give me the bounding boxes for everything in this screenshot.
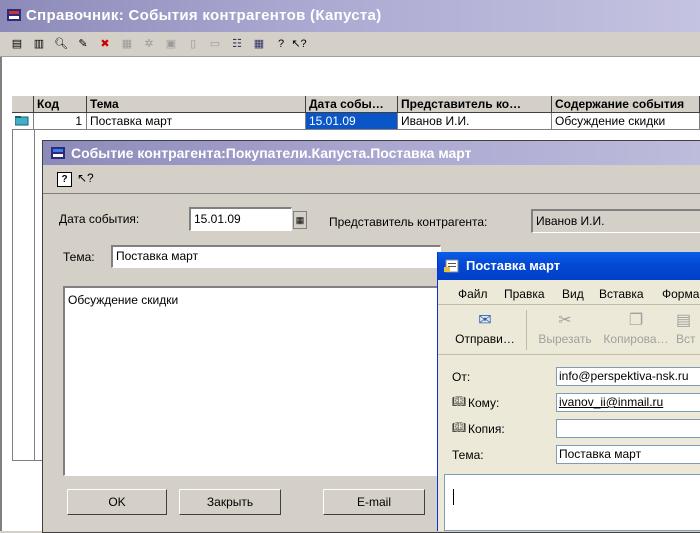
email-button[interactable]: E-mail xyxy=(323,489,425,515)
table-cell-content[interactable]: Обсуждение скидки xyxy=(552,113,700,130)
content-textarea[interactable]: Обсуждение скидки xyxy=(63,286,441,476)
rep-field[interactable]: Иванов И.И. xyxy=(531,209,700,233)
main-window-titlebar[interactable]: Справочник: События контрагентов (Капуст… xyxy=(0,0,700,32)
edit-icon[interactable]: ✎ xyxy=(74,35,92,53)
dialog-toolbar: ? ↖? xyxy=(43,165,700,194)
menu-format[interactable]: Форма xyxy=(662,287,699,301)
ok-button[interactable]: OK xyxy=(67,489,167,515)
menu-view[interactable]: Вид xyxy=(562,287,584,301)
main-window-title: Справочник: События контрагентов (Капуст… xyxy=(26,7,382,24)
whatsthis-icon[interactable]: ↖? xyxy=(77,171,94,185)
row-folder-icon xyxy=(12,113,34,130)
paste-icon: ▤ xyxy=(676,312,692,329)
properties-icon[interactable]: ▣ xyxy=(162,35,180,53)
topic-label: Тема: xyxy=(63,250,95,264)
dialog-app-icon xyxy=(51,147,65,159)
rep-label: Представитель контрагента: xyxy=(329,215,488,229)
column-header-date[interactable]: Дата собы… xyxy=(306,96,398,113)
doc-icon[interactable]: ▯ xyxy=(184,35,202,53)
send-icon: ✉ xyxy=(478,312,492,329)
dialog-titlebar[interactable]: Событие контрагента:Покупатели.Капуста.П… xyxy=(43,141,700,165)
table-header: Код Тема Дата собы… Представитель ко… Со… xyxy=(12,95,700,113)
filter-icon[interactable]: ▦ xyxy=(118,35,136,53)
paste-label: Вст xyxy=(676,332,696,346)
toolbar-separator xyxy=(526,310,527,350)
text-cursor xyxy=(453,489,454,505)
main-toolbar: ▤ ▥ 🔍︎ ✎ ✖ ▦ ✲ ▣ ▯ ▭ ☷ ▦ ? ↖? xyxy=(0,32,700,57)
close-button[interactable]: Закрыть xyxy=(179,489,281,515)
hierarchy-icon[interactable]: ▦ xyxy=(250,35,268,53)
address-book-icon[interactable]: 📖︎ xyxy=(452,421,466,434)
column-header-topic[interactable]: Тема xyxy=(87,96,306,113)
date-field[interactable]: 15.01.09 xyxy=(189,207,292,231)
calendar-icon[interactable]: ▦ xyxy=(293,211,307,229)
menu-insert[interactable]: Вставка xyxy=(599,287,644,301)
grid-line xyxy=(12,130,13,460)
mail-toolbar: ✉ Отправи… ✂ Вырезать ❐ Копирова… ▤ Вст xyxy=(438,304,700,355)
menu-edit[interactable]: Правка xyxy=(504,287,545,301)
message-icon xyxy=(444,259,459,273)
grid-line xyxy=(12,460,42,461)
whatsthis-icon[interactable]: ↖? xyxy=(290,35,308,53)
find-icon[interactable]: 🔍︎ xyxy=(52,35,70,53)
tree-icon[interactable]: ☷ xyxy=(228,35,246,53)
subject-field[interactable]: Поставка март xyxy=(556,445,700,464)
cc-field[interactable] xyxy=(556,419,700,438)
paste-button[interactable]: ▤ Вст xyxy=(676,310,700,350)
grid-line xyxy=(34,130,35,460)
send-button[interactable]: ✉ Отправи… xyxy=(450,310,520,350)
cc-label[interactable]: Копия: xyxy=(468,422,505,436)
copy-label: Копирова… xyxy=(603,332,669,346)
new-icon[interactable]: ▤ xyxy=(8,35,26,53)
copy-icon: ❐ xyxy=(628,312,644,329)
menu-file[interactable]: Файл xyxy=(458,287,488,301)
to-label[interactable]: Кому: xyxy=(468,396,499,410)
group-icon[interactable]: ✲ xyxy=(140,35,158,53)
from-label: От: xyxy=(452,370,471,384)
topic-field[interactable]: Поставка март xyxy=(111,245,441,268)
subject-label: Тема: xyxy=(452,448,484,462)
table-cell-date-selected[interactable]: 15.01.09 xyxy=(306,113,398,130)
copy-icon[interactable]: ▥ xyxy=(30,35,48,53)
print-icon[interactable]: ▭ xyxy=(206,35,224,53)
date-label: Дата события: xyxy=(59,212,140,226)
send-label: Отправи… xyxy=(455,332,515,346)
address-book-icon[interactable]: 📖︎ xyxy=(452,395,466,408)
table-cell-rep[interactable]: Иванов И.И. xyxy=(398,113,552,130)
mail-menubar: Файл Правка Вид Вставка Форма xyxy=(438,280,700,305)
column-header-icon xyxy=(12,96,34,113)
column-header-content[interactable]: Содержание события xyxy=(552,96,700,113)
table-cell-code[interactable]: 1 xyxy=(34,113,87,130)
column-header-rep[interactable]: Представитель ко… xyxy=(398,96,552,113)
delete-icon[interactable]: ✖ xyxy=(96,35,114,53)
mail-titlebar[interactable]: Поставка март xyxy=(438,252,700,280)
mail-title: Поставка март xyxy=(466,258,561,273)
mail-window: Поставка март Файл Правка Вид Вставка Фо… xyxy=(437,252,700,531)
help-icon[interactable]: ? xyxy=(272,35,290,53)
cut-button[interactable]: ✂ Вырезать xyxy=(534,310,596,350)
to-field[interactable]: ivanov_ii@inmail.ru xyxy=(556,393,700,412)
table-cell-topic[interactable]: Поставка март xyxy=(87,113,306,130)
from-field[interactable]: info@perspektiva-nsk.ru xyxy=(556,367,700,386)
app-icon xyxy=(7,9,21,21)
message-body[interactable] xyxy=(444,474,700,531)
scissors-icon: ✂ xyxy=(558,312,572,329)
cut-label: Вырезать xyxy=(538,332,592,346)
copy-button[interactable]: ❐ Копирова… xyxy=(600,310,672,350)
column-header-code[interactable]: Код xyxy=(34,96,87,113)
help-icon[interactable]: ? xyxy=(57,172,72,187)
dialog-title: Событие контрагента:Покупатели.Капуста.П… xyxy=(71,145,472,161)
